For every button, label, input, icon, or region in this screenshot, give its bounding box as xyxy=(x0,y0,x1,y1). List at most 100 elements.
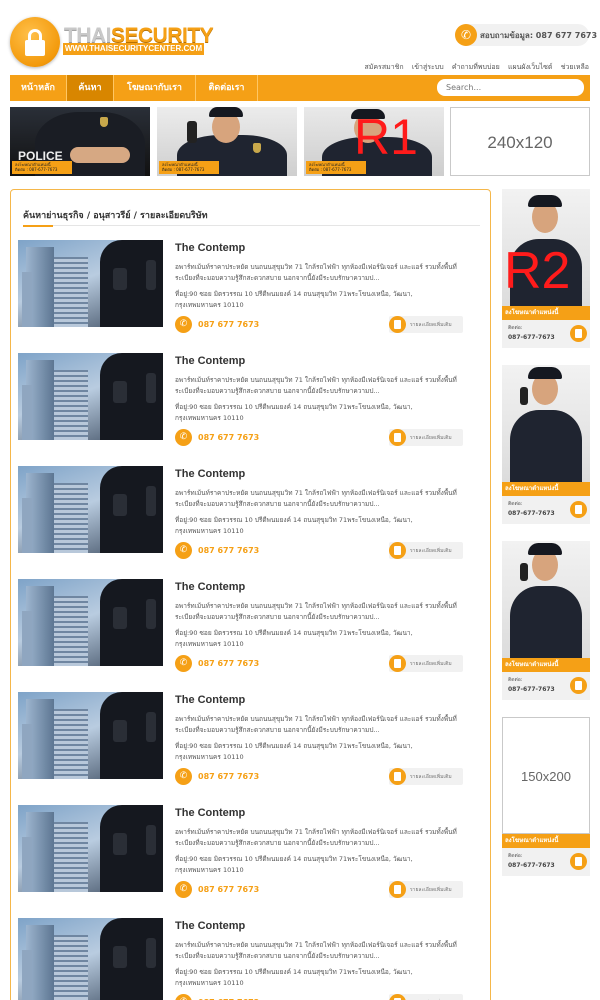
nav-item-contact[interactable]: ติดต่อเรา xyxy=(196,75,258,101)
details-label: รายละเอียดเพิ่มเติม xyxy=(410,661,452,667)
site-header: THAISECURITY WWW.THAISECURITYCENTER.COM … xyxy=(0,0,600,75)
banner-label: ลงโฆษณาตำแหน่งนี้ ติดต่อ : 087-677-7673 xyxy=(12,161,72,174)
listing-image[interactable] xyxy=(18,353,163,440)
listing-phone[interactable]: 087 677 7673 xyxy=(198,433,259,442)
details-button[interactable]: รายละเอียดเพิ่มเติม xyxy=(389,316,463,333)
document-icon xyxy=(389,655,406,672)
sidebar-ad-contact: ติดต่อ: 087-677-7673 xyxy=(502,496,590,524)
listing-image[interactable] xyxy=(18,579,163,666)
listing-phone[interactable]: 087 677 7673 xyxy=(198,320,259,329)
listing-description: อพาร์ทเม้นท์ราคาประหยัด บนถนนสุขุมวิท 71… xyxy=(175,941,457,960)
banner-ad-2[interactable]: ลงโฆษณาตำแหน่งนี้ ติดต่อ : 087-677-7673 xyxy=(157,107,297,176)
listing-title[interactable]: The Contemp xyxy=(175,807,245,819)
listing-title[interactable]: The Contemp xyxy=(175,694,245,706)
banner-ad-1[interactable]: POLICE ลงโฆษณาตำแหน่งนี้ ติดต่อ : 087-677… xyxy=(10,107,150,176)
listing-title[interactable]: The Contemp xyxy=(175,920,245,932)
listing-title[interactable]: The Contemp xyxy=(175,468,245,480)
sidebar-ad-4[interactable]: 150x200 ลงโฆษณาตำแหน่งนี้ ติดต่อ: 087-67… xyxy=(502,717,590,882)
listing-description: อพาร์ทเม้นท์ราคาประหยัด บนถนนสุขุมวิท 71… xyxy=(175,715,457,734)
document-icon[interactable] xyxy=(570,677,587,694)
listing-description: อพาร์ทเม้นท์ราคาประหยัด บนถนนสุขุมวิท 71… xyxy=(175,602,457,621)
top-link-sitemap[interactable]: แผนผังเว็บไซต์ xyxy=(508,63,553,71)
listing-address: ที่อยู่:90 ซอย มิตรวรรณ 10 ปรีดีพนมยงค์ … xyxy=(175,629,413,648)
sidebar-ad-contact: ติดต่อ: 087-677-7673 xyxy=(502,672,590,700)
sidebar-ad-contact: ติดต่อ: 087-677-7673 xyxy=(502,848,590,876)
listing-title[interactable]: The Contemp xyxy=(175,581,245,593)
details-button[interactable]: รายละเอียดเพิ่มเติม xyxy=(389,655,463,672)
document-icon xyxy=(389,994,406,1000)
logo-url: WWW.THAISECURITYCENTER.COM xyxy=(63,43,204,55)
nav-item-search[interactable]: ค้นหา xyxy=(67,75,114,101)
listing-address: ที่อยู่:90 ซอย มิตรวรรณ 10 ปรีดีพนมยงค์ … xyxy=(175,855,413,874)
details-label: รายละเอียดเพิ่มเติม xyxy=(410,774,452,780)
phone-icon: ✆ xyxy=(175,768,192,785)
listing-image[interactable] xyxy=(18,805,163,892)
nav-item-advertise[interactable]: โฆษณากับเรา xyxy=(114,75,196,101)
sidebar-ad-label: ลงโฆษณาตำแหน่งนี้ xyxy=(502,834,590,848)
contact-pill[interactable]: ✆ สอบถามข้อมูล: 087 677 7673 xyxy=(455,24,597,46)
listing-phone[interactable]: 087 677 7673 xyxy=(198,772,259,781)
listing-phone[interactable]: 087 677 7673 xyxy=(198,546,259,555)
top-link-help[interactable]: ช่วยเหลือ xyxy=(561,63,589,71)
sidebar-ad-label: ลงโฆษณาตำแหน่งนี้ xyxy=(502,482,590,496)
details-label: รายละเอียดเพิ่มเติม xyxy=(410,548,452,554)
sidebar-ad-contact: ติดต่อ: 087-677-7673 xyxy=(502,320,590,348)
banner-label: ลงโฆษณาตำแหน่งนี้ ติดต่อ : 087-677-7673 xyxy=(306,161,366,174)
listing-card: The Contemp อพาร์ทเม้นท์ราคาประหยัด บนถนน… xyxy=(18,466,463,566)
sidebar-ad-2[interactable]: ลงโฆษณาตำแหน่งนี้ ติดต่อ: 087-677-7673 xyxy=(502,365,590,530)
listing-card: The Contemp อพาร์ทเม้นท์ราคาประหยัด บนถนน… xyxy=(18,579,463,679)
banner-placeholder[interactable]: 240x120 xyxy=(450,107,590,176)
listing-phone[interactable]: 087 677 7673 xyxy=(198,659,259,668)
nav-item-home[interactable]: หน้าหลัก xyxy=(10,75,67,101)
banner-ad-3[interactable]: R1 ลงโฆษณาตำแหน่งนี้ ติดต่อ : 087-677-767… xyxy=(304,107,444,176)
listing-image[interactable] xyxy=(18,240,163,327)
listing-phone[interactable]: 087 677 7673 xyxy=(198,885,259,894)
listing-card: The Contemp อพาร์ทเม้นท์ราคาประหยัด บนถนน… xyxy=(18,353,463,453)
search-input[interactable] xyxy=(437,79,584,96)
phone-icon: ✆ xyxy=(175,655,192,672)
top-link-login[interactable]: เข้าสู่ระบบ xyxy=(412,63,444,71)
sidebar-placeholder: 150x200 xyxy=(502,717,590,834)
listing-card: The Contemp อพาร์ทเม้นท์ราคาประหยัด บนถนน… xyxy=(18,240,463,340)
phone-icon: ✆ xyxy=(455,24,477,46)
contact-label: สอบถามข้อมูล: 087 677 7673 xyxy=(480,31,598,40)
banner-label: ลงโฆษณาตำแหน่งนี้ ติดต่อ : 087-677-7673 xyxy=(159,161,219,174)
details-button[interactable]: รายละเอียดเพิ่มเติม xyxy=(389,429,463,446)
listing-address: ที่อยู่:90 ซอย มิตรวรรณ 10 ปรีดีพนมยงค์ … xyxy=(175,290,413,309)
document-icon xyxy=(389,316,406,333)
details-label: รายละเอียดเพิ่มเติม xyxy=(410,435,452,441)
sidebar-ad-3[interactable]: ลงโฆษณาตำแหน่งนี้ ติดต่อ: 087-677-7673 xyxy=(502,541,590,706)
details-button[interactable]: รายละเอียดเพิ่มเติม xyxy=(389,542,463,559)
listing-image[interactable] xyxy=(18,692,163,779)
document-icon[interactable] xyxy=(570,853,587,870)
document-icon[interactable] xyxy=(570,501,587,518)
listing-card: The Contemp อพาร์ทเม้นท์ราคาประหยัด บนถนน… xyxy=(18,805,463,905)
details-label: รายละเอียดเพิ่มเติม xyxy=(410,322,452,328)
details-button[interactable]: รายละเอียดเพิ่มเติม xyxy=(389,994,463,1000)
top-links: สมัครสมาชิก เข้าสู่ระบบ คำถามที่พบบ่อย แ… xyxy=(358,62,589,73)
document-icon[interactable] xyxy=(570,325,587,342)
top-link-register[interactable]: สมัครสมาชิก xyxy=(364,63,403,71)
listing-title[interactable]: The Contemp xyxy=(175,242,245,254)
r1-mark: R1 xyxy=(354,109,418,165)
document-icon xyxy=(389,542,406,559)
listing-image[interactable] xyxy=(18,918,163,1000)
sidebar-ad-label: ลงโฆษณาตำแหน่งนี้ xyxy=(502,306,590,320)
details-button[interactable]: รายละเอียดเพิ่มเติม xyxy=(389,768,463,785)
sidebar-ad-1[interactable]: R2 ลงโฆษณาตำแหน่งนี้ ติดต่อ: 087-677-767… xyxy=(502,189,590,354)
listing-image[interactable] xyxy=(18,466,163,553)
document-icon xyxy=(389,429,406,446)
r2-mark: R2 xyxy=(504,242,571,300)
details-label: รายละเอียดเพิ่มเติม xyxy=(410,887,452,893)
listing-card: The Contemp อพาร์ทเม้นท์ราคาประหยัด บนถนน… xyxy=(18,692,463,792)
phone-icon: ✆ xyxy=(175,542,192,559)
sidebar-ad-image xyxy=(502,365,590,482)
document-icon xyxy=(389,768,406,785)
sidebar-ad-image xyxy=(502,541,590,658)
phone-icon: ✆ xyxy=(175,881,192,898)
top-link-faq[interactable]: คำถามที่พบบ่อย xyxy=(452,63,500,71)
details-button[interactable]: รายละเอียดเพิ่มเติม xyxy=(389,881,463,898)
sidebar-ad-label: ลงโฆษณาตำแหน่งนี้ xyxy=(502,658,590,672)
lock-logo-icon xyxy=(10,17,60,67)
listing-title[interactable]: The Contemp xyxy=(175,355,245,367)
